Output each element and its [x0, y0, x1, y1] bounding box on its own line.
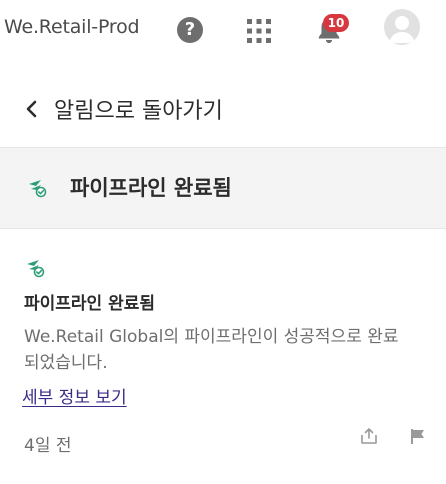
- notification-description: We.Retail Global의 파이프라인이 성공적으로 완료되었습니다.: [24, 327, 399, 373]
- avatar-silhouette-icon: [389, 16, 415, 43]
- flag-icon[interactable]: [409, 428, 426, 445]
- help-icon[interactable]: ?: [177, 17, 203, 43]
- chevron-left-icon: [26, 100, 37, 118]
- pipeline-complete-icon: [29, 180, 47, 198]
- share-icon[interactable]: [360, 427, 378, 445]
- back-to-notifications-link[interactable]: 알림으로 돌아가기: [24, 93, 223, 125]
- page-title: 파이프라인 완료됨: [70, 176, 232, 200]
- apps-grid-icon[interactable]: [246, 18, 272, 44]
- user-avatar-icon[interactable]: [384, 9, 420, 45]
- notification-count-badge[interactable]: 10: [323, 14, 349, 32]
- top-bar: We.Retail-Prod ? 10: [0, 0, 446, 56]
- pipeline-complete-icon: [27, 260, 45, 278]
- notification-title: 파이프라인 완료됨: [24, 294, 156, 314]
- brand-name[interactable]: We.Retail-Prod: [4, 16, 140, 38]
- view-details-link[interactable]: 세부 정보 보기: [22, 383, 127, 408]
- notification-timestamp: 4일 전: [24, 436, 72, 456]
- back-label: 알림으로 돌아가기: [54, 99, 223, 124]
- notification-header: 파이프라인 완료됨: [0, 147, 446, 229]
